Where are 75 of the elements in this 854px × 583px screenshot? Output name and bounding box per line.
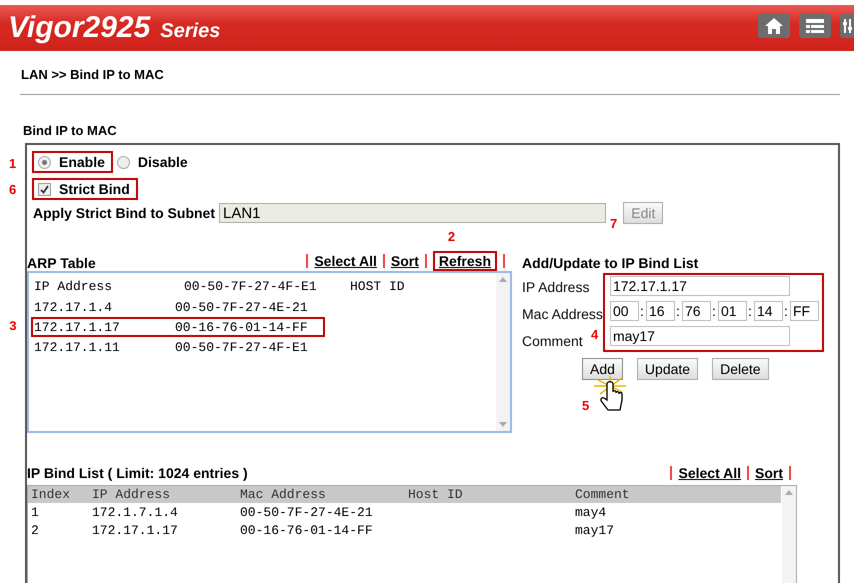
- arp-header-text: IP Address: [34, 278, 114, 294]
- colon-separator: :: [748, 303, 753, 319]
- form-title: Add/Update to IP Bind List: [522, 254, 700, 271]
- ip-address-field[interactable]: 172.17.1.17: [610, 276, 790, 296]
- arp-ip: 172.17.1.11: [34, 340, 121, 354]
- column-header: Host ID: [408, 487, 464, 502]
- arp-ip: 172.17.1.17: [34, 320, 121, 334]
- arp-mac: 00-50-7F-27-4E-21: [175, 300, 308, 314]
- mac-octet-field[interactable]: 01: [718, 301, 747, 321]
- callout-number: 3: [9, 319, 17, 334]
- table-title: ARP Table: [27, 255, 96, 271]
- callout-number: 6: [9, 182, 16, 197]
- callout-number: 5: [582, 398, 590, 413]
- table-link[interactable]: Select All: [314, 253, 377, 269]
- column-header: Comment: [575, 487, 631, 502]
- column-header: Mac Address: [240, 487, 327, 502]
- section-title: Bind IP to MAC: [23, 123, 117, 138]
- scrollbar[interactable]: [782, 486, 796, 583]
- colon-separator: :: [676, 303, 681, 319]
- scroll-up-icon[interactable]: [785, 490, 793, 495]
- home-icon[interactable]: [758, 14, 790, 38]
- table-cell-text: 1: [31, 504, 40, 520]
- colon-separator: :: [712, 303, 717, 319]
- field-label: Comment: [522, 332, 583, 351]
- callout-number: 2: [448, 229, 456, 244]
- callout-number: 1: [9, 156, 16, 171]
- colon-separator: :: [784, 303, 789, 319]
- breadcrumb: LAN >> Bind IP to MAC: [21, 67, 164, 82]
- table-cell-text: 2: [31, 522, 40, 538]
- table-cell-text: 00-16-76-01-14-FF: [240, 522, 374, 538]
- table-cell-text: may4: [575, 504, 608, 520]
- radio-button[interactable]: [38, 156, 51, 168]
- scroll-up-icon[interactable]: [499, 277, 507, 282]
- mac-octet-field[interactable]: 14: [754, 301, 783, 321]
- table-link[interactable]: Select All: [678, 465, 741, 481]
- radio-label: Enable: [59, 154, 105, 170]
- table-cell-text: 172.1.7.1.4: [92, 504, 179, 520]
- colon-separator: :: [640, 303, 645, 319]
- callout-number: 4: [590, 327, 598, 342]
- field-label: IP Address: [522, 278, 590, 297]
- arp-mac: 00-50-7F-27-4F-E1: [175, 340, 308, 354]
- mac-octet-field[interactable]: 76: [682, 301, 711, 321]
- mac-octet-field[interactable]: FF: [790, 301, 819, 321]
- sliders-icon[interactable]: [840, 14, 854, 38]
- arp-header-text: 00-50-7F-27-4F-E1: [184, 278, 318, 294]
- brand-logo: Vigor2925: [8, 11, 150, 45]
- series-label: Series: [160, 20, 220, 43]
- scrollbar[interactable]: [496, 273, 510, 431]
- arp-ip: 172.17.1.4: [34, 300, 114, 314]
- form-button[interactable]: Update: [636, 358, 698, 380]
- table-cell-text: 172.17.1.17: [92, 522, 179, 538]
- list-icon[interactable]: [799, 14, 831, 38]
- checkbox[interactable]: [38, 182, 51, 196]
- subnet-field[interactable]: LAN1: [219, 203, 606, 223]
- form-button[interactable]: Delete: [712, 358, 769, 380]
- comment-field[interactable]: may17: [610, 326, 790, 346]
- arp-header-text: HOST ID: [350, 278, 405, 294]
- column-header: IP Address: [92, 487, 172, 502]
- table-title: IP Bind List ( Limit: 1024 entries ): [27, 465, 248, 481]
- arp-mac: 00-16-76-01-14-FF: [175, 320, 308, 334]
- mac-octet-field[interactable]: 16: [646, 301, 675, 321]
- field-label: Mac Address: [522, 305, 603, 324]
- mac-octet-field[interactable]: 00: [610, 301, 639, 321]
- table-cell-text: 00-50-7F-27-4E-21: [240, 504, 374, 520]
- table-link[interactable]: Sort: [390, 253, 419, 269]
- scroll-down-icon[interactable]: [499, 422, 507, 427]
- table-link[interactable]: Sort: [755, 465, 783, 481]
- radio-label: Disable: [138, 154, 188, 170]
- form-button[interactable]: Add: [582, 358, 623, 380]
- checkbox-label: Strict Bind: [59, 181, 130, 197]
- subnet-label: Apply Strict Bind to Subnet: [33, 205, 215, 221]
- column-header: Index: [31, 487, 72, 502]
- radio-button[interactable]: [116, 156, 130, 168]
- table-cell-text: may17: [575, 522, 616, 538]
- callout-number: 7: [610, 216, 618, 231]
